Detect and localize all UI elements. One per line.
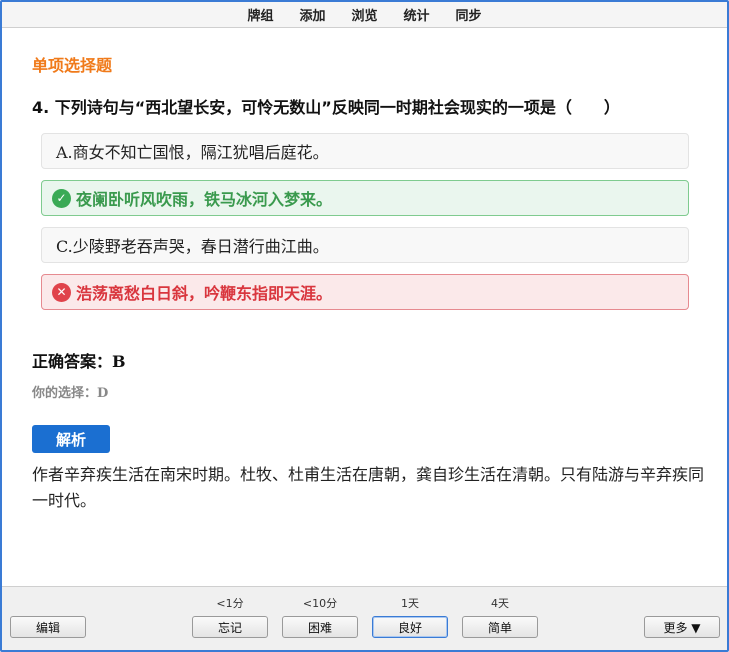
- cross-icon: ✕: [52, 282, 71, 302]
- interval-again: <1分: [216, 597, 244, 610]
- interval-hard: <10分: [302, 597, 338, 610]
- option-b-text: 夜阑卧听风吹雨，铁马冰河入梦来。: [76, 190, 333, 209]
- your-choice: 你的选择：D: [32, 382, 108, 401]
- correct-answer-value: B: [112, 352, 126, 371]
- menu-add[interactable]: 添加: [286, 5, 338, 24]
- question-text: 4. 下列诗句与“西北望长安，可怜无数山”反映同一时期社会现实的一项是（ ）: [32, 98, 620, 117]
- section-title: 单项选择题: [32, 56, 113, 75]
- card-content: 单项选择题 4. 下列诗句与“西北望长安，可怜无数山”反映同一时期社会现实的一项…: [2, 28, 727, 586]
- more-button[interactable]: 更多 ▼: [644, 616, 720, 638]
- analysis-text: 作者辛弃疾生活在南宋时期。杜牧、杜甫生活在唐朝，龚自珍生活在清朝。只有陆游与辛弃…: [32, 465, 705, 510]
- interval-easy: 4天: [491, 597, 509, 610]
- option-c[interactable]: C.少陵野老吞声哭，春日潜行曲江曲。: [41, 227, 689, 263]
- option-c-text: C.少陵野老吞声哭，春日潜行曲江曲。: [56, 237, 329, 256]
- hard-button[interactable]: 困难: [282, 616, 358, 638]
- good-button[interactable]: 良好: [372, 616, 448, 638]
- option-a-text: A.商女不知亡国恨，隔江犹唱后庭花。: [56, 143, 329, 162]
- interval-good: 1天: [401, 597, 419, 610]
- option-d-wrong[interactable]: ✕ 浩荡离愁白日斜，吟鞭东指即天涯。: [41, 274, 689, 310]
- top-menu-bar: 牌组 添加 浏览 统计 同步: [2, 2, 727, 28]
- correct-answer: 正确答案：B: [32, 348, 126, 372]
- check-icon: ✓: [52, 188, 71, 208]
- option-a[interactable]: A.商女不知亡国恨，隔江犹唱后庭花。: [41, 133, 689, 169]
- menu-stats[interactable]: 统计: [391, 5, 443, 24]
- option-b-correct[interactable]: ✓ 夜阑卧听风吹雨，铁马冰河入梦来。: [41, 180, 689, 216]
- again-button[interactable]: 忘记: [192, 616, 268, 638]
- correct-answer-label: 正确答案：: [32, 352, 113, 371]
- option-d-text: 浩荡离愁白日斜，吟鞭东指即天涯。: [76, 284, 333, 303]
- menu-sync[interactable]: 同步: [443, 5, 495, 24]
- menu-decks[interactable]: 牌组: [234, 5, 286, 24]
- edit-button[interactable]: 编辑: [10, 616, 86, 638]
- bottom-bar: 编辑 <1分 忘记 <10分 困难 1天 良好 4天 简单 更多 ▼: [2, 586, 727, 650]
- easy-button[interactable]: 简单: [462, 616, 538, 638]
- your-choice-value: D: [97, 386, 109, 401]
- your-choice-label: 你的选择：: [32, 386, 98, 401]
- analysis-tag: 解析: [32, 425, 110, 453]
- menu-browse[interactable]: 浏览: [338, 5, 390, 24]
